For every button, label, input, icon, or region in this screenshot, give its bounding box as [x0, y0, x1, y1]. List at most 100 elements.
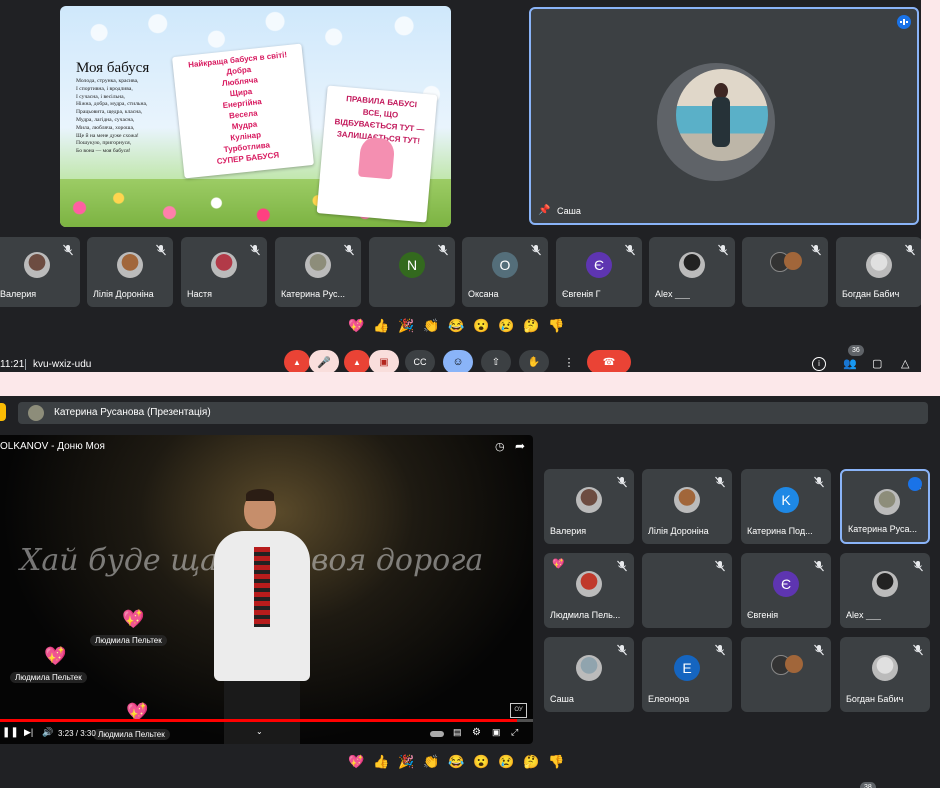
reaction-button[interactable]: 👍 [373, 754, 389, 770]
participant-tile[interactable]: О Оксана [462, 237, 548, 307]
reaction-button[interactable]: 👎 [548, 754, 564, 770]
cast-icon[interactable]: ▣ [492, 727, 501, 738]
avatar [785, 654, 803, 673]
avatar [305, 252, 331, 278]
info-icon[interactable]: i [812, 357, 826, 371]
mic-options-button[interactable]: ▲ [284, 350, 310, 372]
participant-tile[interactable]: Настя [181, 237, 267, 307]
captions-button[interactable]: CC [405, 350, 435, 372]
autoplay-toggle[interactable] [430, 731, 444, 737]
participant-tile[interactable] [642, 553, 732, 628]
participant-tile[interactable]: Alex ___ [649, 237, 735, 307]
subtitles-icon[interactable]: ▤ [453, 727, 462, 738]
participant-tile[interactable] [742, 237, 828, 307]
participant-tile[interactable]: Лілія Дороніна [642, 469, 732, 544]
pause-icon[interactable]: ❚❚ [2, 727, 19, 738]
reaction-heart-icon: 💖 [44, 646, 67, 666]
reaction-button[interactable]: 👎 [548, 318, 564, 334]
presented-video[interactable]: OLKANOV - Доню Моя ◷ ➦ Хай буде щас твоя… [0, 435, 533, 744]
volume-icon[interactable]: 🔊 [42, 727, 53, 738]
pin-icon[interactable]: 📌 [538, 205, 550, 216]
activities-icon[interactable]: △ [901, 357, 909, 370]
reactions-bar: 💖 👍 🎉 👏 😂 😮 😢 🤔 👎 [345, 754, 567, 774]
next-icon[interactable]: ▶| [24, 727, 33, 738]
leave-call-button[interactable]: ☎ [587, 350, 631, 372]
participant-tile[interactable]: Лілія Дороніна [87, 237, 173, 307]
presenter-avatar [28, 405, 44, 421]
clock-icon[interactable]: ◷ [495, 440, 505, 453]
reaction-button[interactable]: 😮 [473, 318, 489, 334]
reaction-button[interactable]: 🤔 [523, 318, 539, 334]
top-meeting-screenshot: Моя бабуся Молода, струнка, красива, І сп… [0, 0, 921, 372]
participant-tile[interactable]: Alex ___ [840, 553, 930, 628]
camera-options-button[interactable]: ▲ [344, 350, 370, 372]
text-line: Мила, люблячa, хороша, [76, 124, 135, 131]
participant-tile[interactable]: Є Євгенія Г [556, 237, 642, 307]
chat-icon[interactable]: ▢ [872, 357, 882, 370]
participant-tile[interactable] [741, 637, 831, 712]
presenter-bar[interactable]: Катерина Русанова (Презентація) [18, 402, 928, 424]
mic-off-icon [913, 644, 923, 656]
participant-tile[interactable]: Катерина Рус... [275, 237, 361, 307]
video-progress-fill [0, 719, 517, 722]
reaction-button[interactable]: 👏 [423, 318, 439, 334]
mic-off-icon [715, 560, 725, 572]
reaction-button[interactable]: 💖 [348, 318, 364, 334]
mic-off-icon [63, 244, 73, 256]
exit-fullscreen-icon[interactable]: ⤢ [511, 727, 518, 738]
camera-toggle-button[interactable]: ▣ [369, 350, 399, 372]
participant-name: Катерина Под... [747, 526, 813, 536]
mic-off-icon [625, 244, 635, 256]
mic-off-icon [617, 644, 627, 656]
avatar [872, 654, 898, 681]
text-line: Ще й на мене дуже схожа! [76, 132, 139, 139]
chevron-down-icon[interactable]: ⌄ [256, 727, 263, 736]
video-progress-track[interactable] [0, 719, 533, 722]
participant-tile[interactable]: K Катерина Под... [741, 469, 831, 544]
reaction-button[interactable]: 💖 [348, 754, 364, 770]
more-options-button[interactable]: ⋮ [557, 350, 581, 372]
reaction-button[interactable]: 😂 [448, 318, 464, 334]
participant-tile[interactable]: Богдан Бабич [836, 237, 921, 307]
avatar [874, 488, 900, 515]
mic-toggle-button[interactable]: 🎤 [309, 350, 339, 372]
pinned-participant-tile[interactable]: 📌 Саша [529, 7, 919, 225]
mic-off-icon [718, 244, 728, 256]
singer-figure [214, 489, 310, 744]
reaction-button[interactable]: 👏 [423, 754, 439, 770]
mic-off-icon [344, 244, 354, 256]
reaction-button[interactable]: 😢 [498, 318, 514, 334]
participant-tile[interactable]: E Елеонора [642, 637, 732, 712]
people-icon[interactable]: 👥 [843, 357, 857, 370]
emoji-button[interactable]: ☺ [443, 350, 473, 372]
participant-tile[interactable]: N [369, 237, 455, 307]
slide-poem: Молода, струнка, красива, І спортивна, і … [76, 78, 147, 156]
raise-hand-button[interactable]: ✋ [519, 350, 549, 372]
participant-tile[interactable]: Людмила Пель... 💖 [544, 553, 634, 628]
reaction-button[interactable]: 🎉 [398, 754, 414, 770]
mic-off-icon [814, 476, 824, 488]
people-count-badge: 38 [860, 782, 876, 788]
settings-gear-icon[interactable]: ⚙ [472, 727, 481, 738]
participant-name: Богдан Бабич [846, 694, 904, 704]
participant-tile[interactable]: Саша [544, 637, 634, 712]
present-button[interactable]: ⇧ [481, 350, 511, 372]
reaction-button[interactable]: 😂 [448, 754, 464, 770]
share-icon[interactable]: ➦ [515, 439, 525, 453]
mic-off-icon [438, 244, 448, 256]
avatar-initial: N [399, 252, 425, 278]
meeting-time: 11:21 [0, 359, 25, 370]
reaction-button[interactable]: 🎉 [398, 318, 414, 334]
participant-tile[interactable]: Валерия [0, 237, 80, 307]
participant-name: Євгенія Г [562, 289, 601, 299]
reaction-button[interactable]: 🤔 [523, 754, 539, 770]
reaction-button[interactable]: 😢 [498, 754, 514, 770]
participant-tile[interactable]: Є Євгенія [741, 553, 831, 628]
reaction-button[interactable]: 👍 [373, 318, 389, 334]
participant-tile[interactable]: Богдан Бабич [840, 637, 930, 712]
reaction-button[interactable]: 😮 [473, 754, 489, 770]
participant-tile[interactable]: Валерия [544, 469, 634, 544]
participant-tile[interactable]: Катерина Руса... [840, 469, 930, 544]
avatar-initial: Є [586, 252, 612, 278]
avatar [679, 252, 705, 278]
